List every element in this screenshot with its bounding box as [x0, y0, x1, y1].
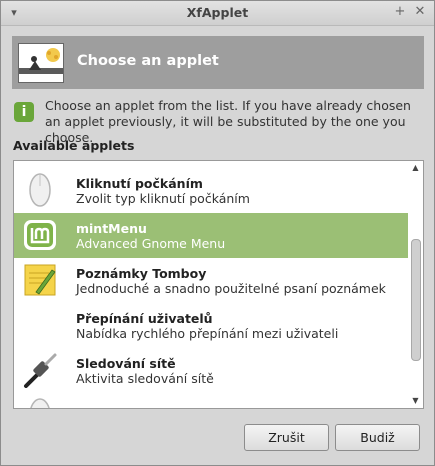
ok-button[interactable]: Budiž	[335, 424, 420, 451]
list-item[interactable]: Přepínání uživatelů Nabídka rychlého pře…	[14, 303, 408, 348]
window-title: XfApplet	[186, 5, 249, 20]
item-name: Poznámky Tomboy	[76, 266, 207, 281]
item-description: Nabídka rychlého přepínání mezi uživatel…	[76, 326, 339, 341]
item-description: Zvolit typ kliknutí počkáním	[76, 191, 250, 206]
scroll-up-arrow-icon[interactable]: ▲	[408, 161, 423, 175]
banner-title: Choose an applet	[77, 53, 219, 69]
close-icon[interactable]: ✕	[413, 5, 427, 19]
maximize-icon[interactable]: +	[393, 5, 407, 19]
item-description: Aktivita sledování sítě	[76, 371, 214, 386]
list-item[interactable]: Sledování sítě Aktivita sledování sítě	[14, 348, 408, 393]
mint-logo-icon	[22, 217, 58, 253]
list-item-partial[interactable]	[14, 393, 408, 408]
item-description: Advanced Gnome Menu	[76, 236, 226, 251]
item-description: Jednoduché a snadno použitelné psaní poz…	[76, 281, 386, 296]
list-item[interactable]: mintMenu Advanced Gnome Menu	[14, 213, 408, 258]
list-item[interactable]: Kliknutí počkáním Zvolit typ kliknutí po…	[14, 168, 408, 213]
applet-panel-icon	[18, 43, 64, 83]
list-scrollbar[interactable]: ▲ ▼	[408, 160, 424, 409]
cancel-button[interactable]: Zrušit	[244, 424, 329, 451]
scroll-down-arrow-icon[interactable]: ▼	[408, 394, 423, 408]
mouse-icon	[22, 172, 58, 208]
list-item[interactable]: Poznámky Tomboy Jednoduché a snadno použ…	[14, 258, 408, 303]
item-name: Sledování sítě	[76, 356, 176, 371]
title-bar[interactable]: ▾ XfApplet + ✕	[1, 1, 434, 26]
sticky-note-icon	[22, 262, 58, 298]
user-switch-icon	[22, 307, 58, 343]
network-cable-icon	[22, 352, 58, 388]
scroll-thumb[interactable]	[411, 239, 421, 361]
mouse-icon	[22, 397, 58, 408]
header-banner: Choose an applet	[12, 36, 424, 89]
dialog-window: ▾ XfApplet + ✕ Choose an applet i Choose…	[0, 0, 435, 466]
item-name: Kliknutí počkáním	[76, 176, 203, 191]
item-name: mintMenu	[76, 221, 147, 236]
info-icon: i	[14, 102, 34, 122]
available-applets-label: Available applets	[13, 138, 135, 153]
applet-list[interactable]: Kliknutí počkáním Zvolit typ kliknutí po…	[13, 160, 409, 409]
item-name: Přepínání uživatelů	[76, 311, 213, 326]
